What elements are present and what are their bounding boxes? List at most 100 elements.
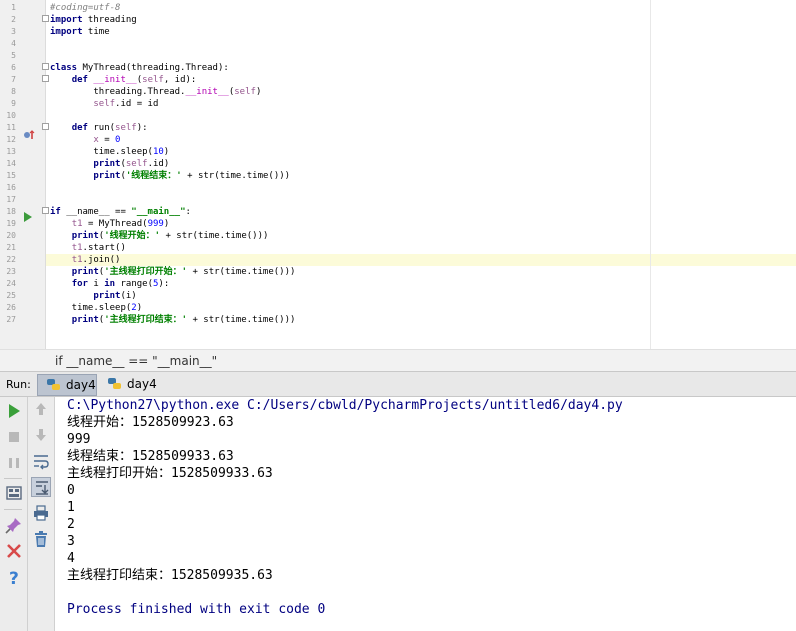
code-token: t1 [71,219,83,229]
print-icon [34,505,48,521]
python-icon [46,378,62,392]
code-line[interactable] [50,110,796,122]
code-line[interactable]: print(self.id) [50,158,796,170]
code-line[interactable] [50,194,796,206]
code-token: '主线程打印结束：' [104,315,188,325]
code-token: import [50,15,83,25]
fold-marker[interactable] [42,207,49,214]
code-line[interactable]: for i in range(5): [50,278,796,290]
code-token: def [71,75,88,85]
scroll-to-end-button[interactable] [31,477,51,497]
code-line[interactable]: import threading [50,14,796,26]
line-number: 8 [11,87,16,96]
breadcrumb-item[interactable]: if __name__ == "__main__" [55,354,217,368]
code-editor[interactable]: 1 2 3 4 5 6 7 8 9 10 11 12 13 14 15 16 17 18 19 20 21 22 23 24 2… [0,0,796,349]
line-number: 6 [11,63,16,72]
code-token: MyThread(threading.Thread): [77,63,229,73]
code-line[interactable]: print('线程开始：' + str(time.time())) [50,230,796,242]
code-token: + str(time.time())) [160,231,269,241]
rerun-button[interactable] [4,401,24,421]
soft-wrap-icon [34,455,49,470]
code-line[interactable]: t1.join() [46,254,796,266]
code-line[interactable] [50,50,796,62]
override-method-icon[interactable] [23,125,35,139]
code-token: ): [158,279,170,289]
line-number: 19 [6,219,16,228]
code-line[interactable]: #coding=utf-8 [50,2,796,14]
help-button[interactable]: ? [4,567,24,587]
code-line[interactable]: def run(self): [50,122,796,134]
code-line[interactable]: print('主线程打印开始：' + str(time.time())) [50,266,796,278]
code-line[interactable]: threading.Thread.__init__(self) [50,86,796,98]
editor-gutter[interactable]: 1 2 3 4 5 6 7 8 9 10 11 12 13 14 15 16 17 18 19 20 21 22 23 24 2… [0,0,49,349]
code-line[interactable] [50,38,796,50]
run-tab-day4-active[interactable]: day4 [37,374,97,396]
code-token: + str(time.time())) [187,315,296,325]
code-token: i [87,279,105,289]
stop-button[interactable] [4,427,24,447]
up-stack-button[interactable] [31,399,51,419]
code-token: 0 [115,135,121,145]
svg-text:?: ? [9,569,19,587]
run-label: Run: [6,378,31,391]
fold-marker[interactable] [42,63,49,70]
code-line[interactable]: if __name__ == "__main__": [50,206,796,218]
code-line[interactable]: time.sleep(10) [50,146,796,158]
line-number: 13 [6,147,16,156]
line-number: 15 [6,171,16,180]
code-token: .id = id [115,99,159,109]
down-stack-button[interactable] [31,425,51,445]
code-line[interactable]: print('线程结束：' + str(time.time())) [50,170,796,182]
layout-icon [6,486,22,500]
print-button[interactable] [31,503,51,523]
console-output-line: 4 [67,551,75,566]
line-number: 2 [11,15,16,24]
code-token: = [98,135,116,145]
toolbar-separator [4,509,22,510]
restore-layout-button[interactable] [4,483,24,503]
code-line[interactable]: time.sleep(2) [50,302,796,314]
run-gutter-icon[interactable] [24,207,32,222]
run-tab-label: day4 [66,378,96,392]
pause-button[interactable] [4,453,24,473]
code-line[interactable] [50,182,796,194]
code-line[interactable]: def __init__(self, id): [50,74,796,86]
code-token: time [82,27,110,37]
code-line[interactable]: x = 0 [50,134,796,146]
console-exit-line: Process finished with exit code 0 [67,602,326,617]
code-line[interactable]: t1.start() [50,242,796,254]
pin-icon [5,518,21,534]
line-number: 26 [6,303,16,312]
pin-tab-button[interactable] [4,515,24,535]
close-icon [7,544,21,558]
fold-marker[interactable] [42,75,49,82]
fold-marker[interactable] [42,123,49,130]
line-number: 16 [6,183,16,192]
line-number: 20 [6,231,16,240]
soft-wrap-button[interactable] [31,451,51,471]
console-output-line: 主线程打印结束：1528509935.63 [67,568,273,583]
code-token: ) [163,147,170,157]
code-line[interactable]: import time [50,26,796,38]
code-line[interactable]: class MyThread(threading.Thread): [50,62,796,74]
code-line[interactable]: self.id = id [50,98,796,110]
fold-marker[interactable] [42,15,49,22]
code-line[interactable]: print(i) [50,290,796,302]
code-token: '线程结束：' [125,171,182,181]
clear-all-button[interactable] [31,529,51,549]
run-console-output[interactable]: C:\Python27\python.exe C:/Users/cbwld/Py… [56,397,796,631]
run-tab-day4[interactable]: day4 [99,374,159,396]
close-run-button[interactable] [4,541,24,561]
code-line[interactable]: print('主线程打印结束：' + str(time.time())) [50,314,796,326]
line-number: 11 [6,123,16,132]
code-line[interactable]: t1 = MyThread(999) [50,218,796,230]
code-token: range( [115,279,153,289]
line-number: 25 [6,291,16,300]
code-token: (i) [120,291,137,301]
code-token: self [125,159,148,169]
